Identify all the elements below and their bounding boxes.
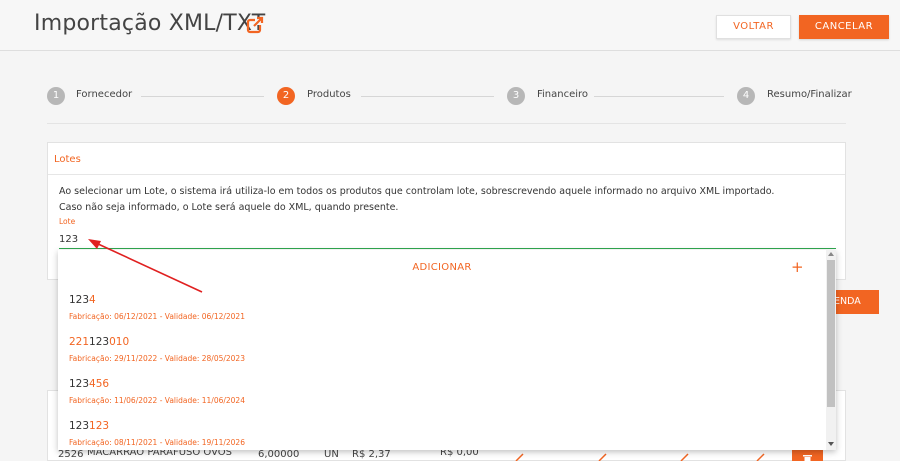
lote-option[interactable]: 1234 Fabricação: 06/12/2021 - Validade: … — [58, 288, 826, 330]
row-quantity: 6,00000 — [258, 449, 300, 460]
delete-row-button[interactable] — [792, 450, 823, 461]
step-1-number[interactable]: 1 — [47, 87, 65, 105]
page-header: Importação XML/TXT VOLTAR CANCELAR — [0, 0, 900, 51]
lote-autocomplete-dropdown: ADICIONAR + 1234 Fabricação: 06/12/2021 … — [58, 250, 836, 450]
external-link-icon[interactable] — [246, 16, 264, 34]
cancelar-button[interactable]: CANCELAR — [799, 15, 889, 39]
lote-option-code: 221123010 — [69, 336, 130, 348]
step-3-number[interactable]: 3 — [507, 87, 525, 105]
lote-option-dates: Fabricação: 29/11/2022 - Validade: 28/05… — [69, 354, 245, 363]
lotes-description-2: Caso não seja informado, o Lote será aqu… — [59, 202, 399, 213]
step-connector — [361, 96, 494, 97]
step-2-label[interactable]: Produtos — [307, 89, 351, 100]
lote-input[interactable] — [59, 230, 836, 249]
step-2-number[interactable]: 2 — [277, 87, 295, 105]
step-connector — [141, 96, 264, 97]
edit-icon[interactable] — [756, 452, 766, 461]
lote-option-dates: Fabricação: 08/11/2021 - Validade: 19/11… — [69, 438, 245, 447]
panel-divider — [48, 174, 845, 175]
lote-option-code: 123123 — [69, 420, 110, 432]
step-connector — [594, 96, 724, 97]
lote-option-dates: Fabricação: 11/06/2022 - Validade: 11/06… — [69, 396, 245, 405]
step-4-number[interactable]: 4 — [737, 87, 755, 105]
lote-option-code: 123456 — [69, 378, 110, 390]
lotes-description-1: Ao selecionar um Lote, o sistema irá uti… — [59, 186, 775, 197]
voltar-button[interactable]: VOLTAR — [716, 15, 791, 39]
row-code: 2526 — [58, 449, 84, 460]
step-3-label[interactable]: Financeiro — [537, 89, 588, 100]
lote-option[interactable]: 221123010 Fabricação: 29/11/2022 - Valid… — [58, 330, 826, 372]
scroll-down-arrow-icon[interactable] — [828, 442, 834, 446]
scroll-up-arrow-icon[interactable] — [828, 252, 834, 256]
dropdown-scrollbar[interactable] — [826, 250, 836, 450]
lote-option[interactable]: 123123 Fabricação: 08/11/2021 - Validade… — [58, 414, 826, 450]
page-title: Importação XML/TXT — [34, 11, 266, 36]
lotes-panel-title: Lotes — [54, 154, 81, 165]
row-price: R$ 2,37 — [352, 449, 391, 460]
lote-field-label: Lote — [59, 217, 76, 226]
edit-icon[interactable] — [515, 452, 525, 461]
lote-option-dates: Fabricação: 06/12/2021 - Validade: 06/12… — [69, 312, 245, 321]
row-unit: UN — [324, 449, 339, 460]
step-4-label[interactable]: Resumo/Finalizar — [767, 89, 852, 100]
add-lote-option[interactable]: ADICIONAR + — [58, 250, 826, 286]
trash-icon — [803, 455, 812, 461]
plus-icon[interactable]: + — [791, 258, 804, 276]
add-lote-label: ADICIONAR — [412, 262, 472, 273]
scrollbar-thumb[interactable] — [827, 260, 835, 407]
section-divider — [47, 123, 846, 124]
step-1-label[interactable]: Fornecedor — [76, 89, 132, 100]
edit-icon[interactable] — [598, 452, 608, 461]
lote-option[interactable]: 123456 Fabricação: 11/06/2022 - Validade… — [58, 372, 826, 414]
lote-option-code: 1234 — [69, 294, 96, 306]
edit-icon[interactable] — [680, 452, 690, 461]
